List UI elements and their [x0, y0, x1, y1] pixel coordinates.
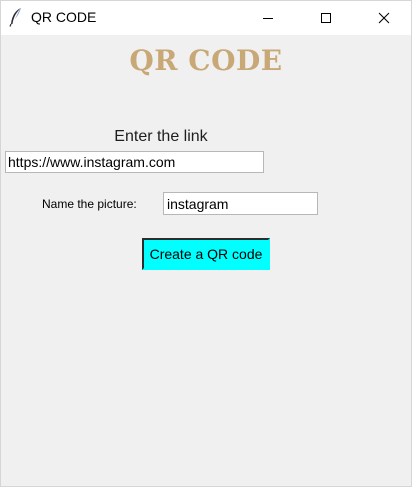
title-bar[interactable]: QR CODE: [1, 1, 411, 35]
link-label: Enter the link: [114, 128, 208, 145]
name-label: Name the picture:: [42, 197, 137, 211]
feather-icon: [9, 7, 23, 27]
maximize-icon: [321, 13, 331, 23]
main-panel: QR CODE Enter the link Name the picture:…: [1, 35, 411, 486]
close-icon: [378, 12, 390, 24]
picture-name-input[interactable]: [163, 192, 318, 215]
link-input[interactable]: [5, 151, 264, 173]
maximize-button[interactable]: [303, 1, 349, 35]
window-title: QR CODE: [31, 9, 97, 25]
close-button[interactable]: [361, 1, 407, 35]
minimize-icon: [263, 18, 273, 19]
page-title: QR CODE: [129, 44, 283, 77]
minimize-button[interactable]: [245, 1, 291, 35]
app-window: QR CODE QR CODE Enter the link Name the …: [0, 0, 412, 487]
create-qr-code-button[interactable]: Create a QR code: [142, 238, 270, 270]
